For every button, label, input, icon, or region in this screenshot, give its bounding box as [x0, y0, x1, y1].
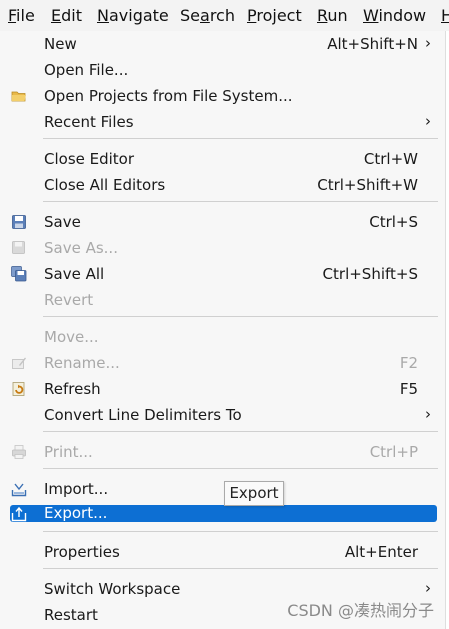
menu-item-label: Save — [44, 213, 81, 231]
mnemonic: N — [97, 6, 109, 25]
accelerator: Ctrl+W — [363, 150, 418, 168]
import-icon — [11, 483, 27, 497]
mnemonic: a — [200, 6, 210, 25]
menu-item-label: Properties — [44, 543, 120, 561]
menu-item-label: Export... — [44, 504, 108, 522]
menu-label: rch — [209, 6, 235, 25]
menu-item-save-all[interactable]: Save All Ctrl+Shift+S — [0, 261, 445, 287]
menu-item-label: Move... — [44, 328, 99, 346]
menu-item-convert-line-delimiters[interactable]: Convert Line Delimiters To › — [0, 402, 445, 428]
menu-file[interactable]: File — [8, 6, 35, 26]
accelerator: Ctrl+S — [369, 213, 418, 231]
menu-item-label: Open File... — [44, 61, 129, 79]
save-as-icon — [12, 241, 25, 254]
export-icon — [11, 506, 27, 522]
mnemonic: W — [363, 6, 379, 25]
watermark: CSDN @凑热闹分子 — [287, 601, 434, 620]
menu-item-export[interactable]: Export... — [10, 504, 437, 522]
rename-icon — [12, 357, 26, 369]
separator — [43, 316, 438, 317]
tooltip: Export — [224, 481, 284, 506]
separator — [43, 431, 438, 432]
accelerator: Alt+Shift+N — [327, 35, 418, 53]
mnemonic: E — [51, 6, 62, 25]
separator — [43, 201, 438, 202]
submenu-arrow-icon: › — [425, 112, 431, 130]
mnemonic: H — [441, 6, 449, 25]
submenu-arrow-icon: › — [425, 579, 431, 597]
file-menu-dropdown: New Alt+Shift+N › Open File... Open Proj… — [0, 31, 446, 629]
menu-label: indow — [378, 6, 427, 25]
accelerator: Alt+Enter — [344, 543, 418, 561]
menu-item-label: Print... — [44, 443, 93, 461]
menu-bar: File Edit Navigate Search Project Run Wi… — [0, 0, 449, 31]
menu-item-refresh[interactable]: Refresh F5 — [0, 376, 445, 402]
menu-item-recent-files[interactable]: Recent Files › — [0, 109, 445, 135]
menu-item-rename: Rename... F2 — [0, 350, 445, 376]
menu-item-label: Switch Workspace — [44, 580, 181, 598]
mnemonic: P — [247, 6, 257, 25]
menu-item-label: Revert — [44, 291, 94, 309]
menu-search[interactable]: Search — [180, 6, 235, 26]
menu-item-import[interactable]: Import... — [0, 476, 445, 502]
menu-item-label: Convert Line Delimiters To — [44, 406, 242, 424]
mnemonic: F — [8, 6, 17, 25]
menu-item-close-all-editors[interactable]: Close All Editors Ctrl+Shift+W — [0, 172, 445, 198]
menu-label: un — [327, 6, 348, 25]
menu-item-label: Refresh — [44, 380, 101, 398]
save-all-icon — [11, 266, 27, 282]
print-icon — [12, 445, 26, 459]
menu-run[interactable]: Run — [317, 6, 348, 26]
menu-item-label: Restart — [44, 606, 98, 624]
mnemonic: R — [317, 6, 328, 25]
menu-item-label: Import... — [44, 480, 109, 498]
menu-edit[interactable]: Edit — [51, 6, 82, 26]
menu-help[interactable]: Help — [441, 6, 449, 26]
menu-item-label: Open Projects from File System... — [44, 87, 293, 105]
menu-item-label: Save All — [44, 265, 105, 283]
accelerator: Ctrl+Shift+S — [322, 265, 418, 283]
menu-item-properties[interactable]: Properties Alt+Enter — [0, 539, 445, 565]
save-icon — [12, 215, 26, 229]
menu-project[interactable]: Project — [247, 6, 302, 26]
menu-label: Se — [180, 6, 200, 25]
accelerator: F5 — [399, 380, 418, 398]
folder-icon — [11, 91, 26, 102]
menu-item-label: Close Editor — [44, 150, 135, 168]
menu-item-move: Move... — [0, 324, 445, 350]
menu-item-revert: Revert — [0, 287, 445, 313]
menu-item-label: Close All Editors — [44, 176, 166, 194]
submenu-arrow-icon: › — [425, 405, 431, 423]
menu-navigate[interactable]: Navigate — [97, 6, 169, 26]
menu-item-save[interactable]: Save Ctrl+S — [0, 209, 445, 235]
separator — [43, 568, 438, 569]
menu-label: roject — [256, 6, 302, 25]
submenu-arrow-icon: › — [425, 34, 431, 52]
menu-label: dit — [61, 6, 82, 25]
accelerator: Ctrl+Shift+W — [317, 176, 418, 194]
accelerator: F2 — [399, 354, 418, 372]
menu-window[interactable]: Window — [363, 6, 426, 26]
menu-label: ile — [16, 6, 35, 25]
separator — [43, 138, 438, 139]
menu-item-print: Print... Ctrl+P — [0, 439, 445, 465]
refresh-icon — [12, 382, 25, 396]
accelerator: Ctrl+P — [369, 443, 418, 461]
menu-label: avigate — [108, 6, 169, 25]
menu-item-save-as: Save As... — [0, 235, 445, 261]
menu-item-label: Save As... — [44, 239, 118, 257]
menu-item-open-projects[interactable]: Open Projects from File System... — [0, 83, 445, 109]
menu-item-new[interactable]: New Alt+Shift+N › — [0, 31, 445, 57]
menu-item-open-file[interactable]: Open File... — [0, 57, 445, 83]
menu-item-close-editor[interactable]: Close Editor Ctrl+W — [0, 146, 445, 172]
separator — [43, 531, 438, 532]
menu-item-label: Rename... — [44, 354, 120, 372]
menu-item-label: New — [44, 35, 77, 53]
menu-item-label: Recent Files — [44, 113, 134, 131]
separator — [43, 468, 438, 469]
